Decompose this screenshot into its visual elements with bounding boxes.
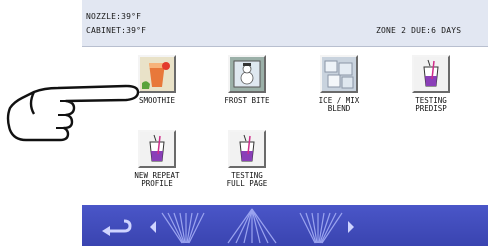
ice-cubes-icon bbox=[320, 55, 358, 93]
nozzle-temperature: NOZZLE:39°F bbox=[86, 12, 142, 21]
status-bar: NOZZLE:39°F CABINET:39°F ZONE 2 DUE:6 DA… bbox=[82, 0, 488, 46]
ice-mix-blend-label: ICE / MIX BLEND bbox=[318, 96, 360, 113]
back-arrow-icon[interactable] bbox=[94, 205, 134, 246]
zone-due-status: ZONE 2 DUE:6 DAYS bbox=[376, 26, 462, 35]
testing-full-page-label: TESTING FULL PAGE bbox=[226, 171, 268, 188]
navigation-bar bbox=[82, 205, 488, 246]
status-divider bbox=[82, 46, 488, 47]
dispense-cup-icon bbox=[228, 130, 266, 168]
up-icon[interactable] bbox=[222, 205, 282, 246]
dispense-cup-icon bbox=[412, 55, 450, 93]
pointing-hand-icon bbox=[6, 84, 140, 142]
previous-page-icon[interactable] bbox=[142, 205, 208, 246]
new-repeat-profile-label: NEW REPEAT PROFILE bbox=[134, 171, 180, 188]
testing-full-page-button[interactable]: TESTING FULL PAGE bbox=[202, 130, 292, 188]
frost-bite-label: FROST BITE bbox=[224, 96, 270, 105]
next-page-icon[interactable] bbox=[296, 205, 362, 246]
frost-bite-icon bbox=[228, 55, 266, 93]
cabinet-temperature: CABINET:39°F bbox=[86, 26, 147, 35]
frost-bite-button[interactable]: FROST BITE bbox=[202, 55, 292, 113]
testing-predisp-button[interactable]: TESTING PREDISP bbox=[386, 55, 476, 113]
testing-predisp-label: TESTING PREDISP bbox=[415, 96, 447, 113]
ice-mix-blend-button[interactable]: ICE / MIX BLEND bbox=[294, 55, 384, 113]
